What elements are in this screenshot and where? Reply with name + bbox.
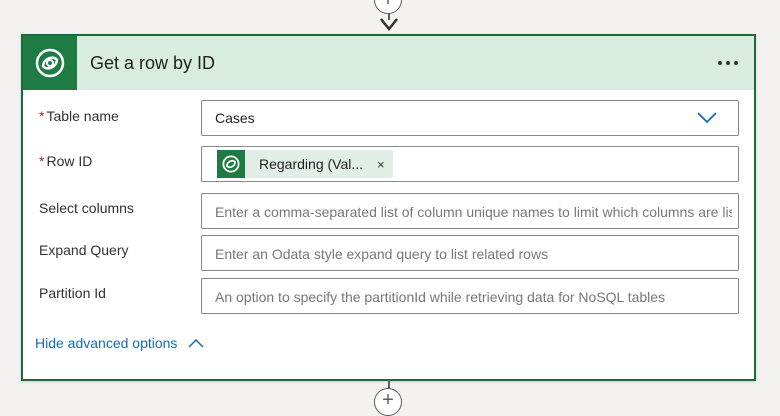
token-label: Regarding (Val...	[259, 156, 364, 172]
remove-token-icon[interactable]: ×	[377, 157, 385, 172]
chevron-down-icon	[697, 112, 717, 124]
more-options-button[interactable]	[712, 51, 744, 75]
partition-id-input[interactable]: An option to specify the partitionId whi…	[201, 278, 739, 314]
card-title: Get a row by ID	[90, 53, 216, 73]
dynamic-content-token[interactable]: Regarding (Val... ×	[217, 150, 393, 178]
expand-query-input[interactable]: Enter an Odata style expand query to lis…	[201, 235, 739, 271]
more-options-icon	[718, 61, 722, 65]
chevron-up-icon	[188, 338, 204, 348]
select-columns-placeholder: Enter a comma-separated list of column u…	[215, 204, 732, 220]
required-mark: *	[39, 108, 45, 124]
row-id-input[interactable]: Regarding (Val... ×	[201, 146, 739, 182]
action-card: Get a row by ID * Table name Cases * Row I…	[21, 34, 756, 381]
expand-query-placeholder: Enter an Odata style expand query to lis…	[215, 246, 549, 262]
dataverse-icon	[23, 36, 77, 90]
insert-step-button-top[interactable]: +	[374, 0, 402, 14]
select-columns-label: Select columns	[39, 200, 134, 216]
hide-advanced-options-link[interactable]: Hide advanced options	[35, 335, 204, 351]
row-id-label: * Row ID	[39, 153, 93, 169]
plus-icon: +	[382, 0, 394, 11]
select-columns-input[interactable]: Enter a comma-separated list of column u…	[201, 193, 739, 229]
plus-icon: +	[382, 389, 394, 411]
partition-id-placeholder: An option to specify the partitionId whi…	[215, 289, 666, 305]
arrow-down-icon	[380, 18, 398, 32]
hide-advanced-options-label: Hide advanced options	[35, 335, 178, 351]
required-mark: *	[39, 153, 45, 169]
table-name-dropdown[interactable]: Cases	[201, 100, 739, 136]
partition-id-label: Partition Id	[39, 285, 106, 301]
insert-step-button-bottom[interactable]: +	[374, 388, 402, 416]
table-name-value: Cases	[215, 110, 255, 126]
expand-query-label: Expand Query	[39, 242, 129, 258]
table-name-label: * Table name	[39, 108, 119, 124]
dataverse-icon	[217, 150, 245, 178]
card-header[interactable]: Get a row by ID	[23, 36, 754, 90]
